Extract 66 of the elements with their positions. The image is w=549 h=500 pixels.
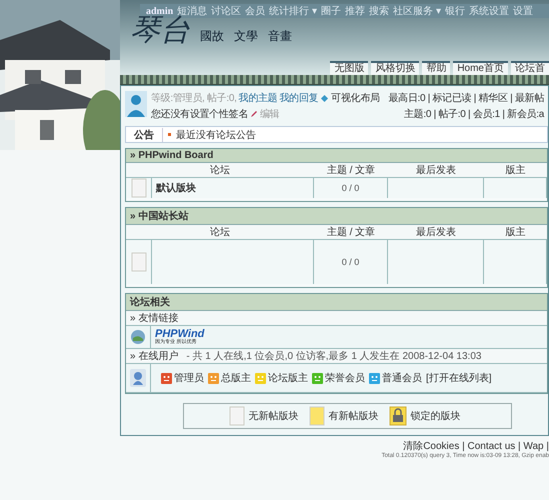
- nav-link[interactable]: 系统设置: [468, 4, 509, 18]
- forum-stats: 主题:0 | 帖子:0 | 会员:1 | 新会员:a: [404, 108, 544, 121]
- forum-link[interactable]: 默认版块: [156, 181, 196, 195]
- nav-link[interactable]: 讨论区: [211, 4, 242, 18]
- nav-link[interactable]: 统计排行 ▾: [269, 4, 318, 18]
- nav-link[interactable]: 设置: [512, 4, 533, 18]
- nav-link[interactable]: 社区服务 ▾: [393, 4, 441, 18]
- column-header: 版主: [484, 163, 547, 178]
- bullet-icon: [168, 133, 171, 136]
- edit-link[interactable]: 编辑: [260, 107, 280, 121]
- site-menu-link[interactable]: 文學: [234, 28, 258, 48]
- legend-label: 普通会员: [382, 372, 422, 385]
- board-title[interactable]: » PHPwind Board: [126, 149, 547, 163]
- user-link[interactable]: admin: [146, 6, 174, 16]
- layout-link[interactable]: 可视化布局: [331, 91, 380, 105]
- nav-link[interactable]: 银行: [444, 4, 465, 18]
- lock-icon: [388, 406, 406, 426]
- pencil-icon: [250, 110, 258, 118]
- nav-link[interactable]: 圈子: [321, 4, 342, 18]
- header-tab[interactable]: 论坛首: [511, 61, 549, 75]
- header-tab[interactable]: 帮助: [422, 61, 450, 75]
- forum-icon: [228, 406, 244, 426]
- forum-stats: 最高日:0 | 标记已读 | 精华区 | 最新帖: [388, 92, 544, 105]
- notice-text: 最近没有论坛公告: [176, 128, 256, 142]
- online-list-link[interactable]: [打开在线列表]: [426, 371, 492, 385]
- board-title[interactable]: » 中国站长站: [126, 208, 547, 225]
- notice-label: 公告: [126, 128, 163, 142]
- table-cell: 0 / 0: [314, 240, 388, 284]
- column-header: 主题 / 文章: [314, 225, 388, 240]
- section-title: 论坛相关: [126, 294, 547, 311]
- subsection-title: » 友情链接: [126, 311, 547, 326]
- subsection-title: » 在线用户: [130, 350, 178, 363]
- users-icon: [130, 369, 146, 387]
- legend-label: 管理员: [174, 372, 204, 385]
- column-header: 最后发表: [388, 225, 484, 240]
- site-menu-link[interactable]: 國故: [200, 28, 224, 48]
- column-header: 论坛: [126, 163, 314, 178]
- column-header: 最后发表: [388, 163, 484, 178]
- header-tab[interactable]: Home首页: [453, 61, 508, 75]
- legend-label: 荣誉会员: [325, 372, 365, 385]
- legend-label: 论坛版主: [268, 372, 308, 385]
- legend-label: 无新帖版块: [248, 410, 298, 423]
- user-level-text: 等级:管理员, 帖子:0,: [151, 92, 237, 105]
- column-header: 版主: [484, 225, 547, 240]
- footer-links[interactable]: 清除Cookies | Contact us | Wap |: [403, 439, 549, 453]
- legend-label: 有新帖版块: [328, 410, 378, 423]
- header-tab[interactable]: 无图版: [330, 61, 368, 75]
- header-tab[interactable]: 风格切换: [371, 61, 420, 75]
- forum-icon: [308, 406, 324, 426]
- legend-label: 锁定的版块: [410, 410, 460, 423]
- legend-label: 总版主: [221, 372, 251, 385]
- user-link[interactable]: 我的回复: [279, 91, 318, 105]
- signature-text: 您还没有设置个性签名: [151, 108, 248, 121]
- nav-link[interactable]: 推荐: [345, 4, 366, 18]
- column-header: 论坛: [126, 225, 314, 240]
- site-menu-link[interactable]: 音畫: [268, 28, 292, 48]
- globe-icon: [130, 329, 146, 345]
- avatar-icon: [125, 91, 147, 117]
- nav-link[interactable]: 搜索: [369, 4, 390, 18]
- forum-icon: [130, 252, 146, 272]
- user-link[interactable]: 我的主题: [238, 91, 278, 105]
- column-header: 主题 / 文章: [314, 163, 388, 178]
- site-logo[interactable]: 琴台: [130, 14, 190, 48]
- nav-link[interactable]: 会员: [245, 4, 266, 18]
- table-cell: 0 / 0: [314, 178, 388, 198]
- online-summary: - 共 1 人在线,1 位会员,0 位访客,最多 1 人发生在 2008-12-04 13:03: [186, 350, 482, 363]
